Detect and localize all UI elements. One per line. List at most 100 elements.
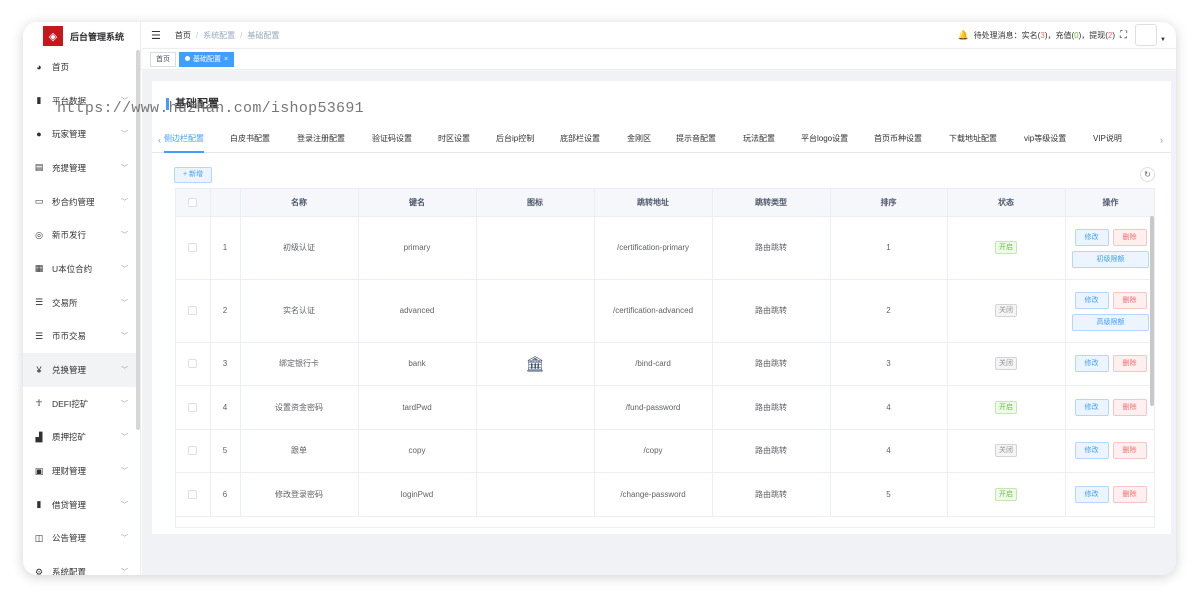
sidebar-item-15[interactable]: ⚙ 系统配置 ﹀ [23, 555, 140, 575]
row-jump-type: 路由跳转 [712, 279, 831, 343]
config-table: 名称 键名 图标 跳转地址 跳转类型 排序 状态 操作 1 初级认证 primary… [175, 188, 1155, 528]
sidebar-item-11[interactable]: ▟ 质押挖矿 ﹀ [23, 421, 140, 455]
row-jump-type: 路由跳转 [712, 216, 831, 280]
delete-button[interactable]: 删除 [1112, 229, 1147, 246]
tab-config-9[interactable]: 玩法配置 [743, 131, 775, 153]
row-name: 修改登录密码 [240, 472, 359, 517]
tab-config-8[interactable]: 提示音配置 [676, 131, 716, 153]
delete-button[interactable]: 删除 [1112, 292, 1147, 309]
sidebar-item-7[interactable]: ☰ 交易所 ﹀ [23, 286, 140, 320]
select-all-checkbox[interactable] [188, 197, 198, 207]
tab-config-0[interactable]: 侧边栏配置 [164, 131, 204, 153]
row-actions: 修改 删除 [1065, 342, 1154, 386]
breadcrumb-item-system[interactable]: 系统配置 [203, 30, 235, 41]
tab-config-14[interactable]: VIP说明 [1093, 131, 1122, 153]
tab-config-13[interactable]: vip等级设置 [1024, 131, 1066, 153]
active-dot-icon [185, 56, 190, 62]
sidebar-item-9[interactable]: ¥ 兑换管理 ﹀ [23, 353, 140, 387]
edit-button[interactable]: 修改 [1074, 485, 1109, 503]
add-button[interactable]: + 新增 [174, 167, 213, 183]
chevron-left-icon[interactable]: ‹ [158, 135, 161, 145]
table-scrollbar[interactable] [1150, 216, 1154, 406]
row-url: /copy [594, 429, 713, 473]
tag-home[interactable]: 首页 [150, 51, 176, 67]
sidebar-item-10[interactable]: ☥ DEFI挖矿 ﹀ [23, 387, 140, 421]
chevron-right-icon[interactable]: › [1160, 135, 1163, 145]
sidebar-item-6[interactable]: ▦ U本位合约 ﹀ [23, 252, 140, 286]
delete-button[interactable]: 删除 [1112, 398, 1147, 416]
bank-icon: 🏛 [525, 355, 545, 373]
close-icon[interactable]: × [224, 56, 228, 63]
limit-button[interactable]: 初级限额 [1072, 251, 1149, 268]
breadcrumb-separator: / [195, 30, 199, 40]
row-checkbox[interactable] [188, 359, 198, 369]
sidebar-item-12[interactable]: ▣ 理财管理 ﹀ [23, 454, 140, 488]
row-checkbox[interactable] [188, 306, 198, 316]
chevron-down-icon: ﹀ [121, 198, 128, 206]
delete-button[interactable]: 删除 [1112, 442, 1147, 460]
tag-current[interactable]: 基础配置 × [179, 51, 235, 67]
book-icon: ▮ [36, 95, 42, 106]
sidebar-item-label: 借贷管理 [52, 499, 87, 510]
tab-config-11[interactable]: 首页币种设置 [874, 131, 922, 153]
sidebar-item-14[interactable]: ◫ 公告管理 ﹀ [23, 522, 140, 556]
edit-button[interactable]: 修改 [1074, 292, 1109, 309]
sidebar-item-13[interactable]: ▮ 借贷管理 ﹀ [23, 488, 140, 522]
delete-button[interactable]: 删除 [1112, 485, 1147, 503]
select-all-header [176, 189, 211, 217]
status-badge: 开启 [995, 400, 1017, 414]
caret-down-icon[interactable]: ▼ [1160, 37, 1166, 43]
row-icon-cell [476, 385, 595, 430]
tab-config-5[interactable]: 后台ip控制 [496, 131, 534, 153]
sidebar-item-label: DEFI挖矿 [52, 398, 89, 409]
column-header-icon: 图标 [476, 189, 595, 217]
edit-button[interactable]: 修改 [1074, 355, 1109, 373]
delete-button[interactable]: 删除 [1112, 355, 1147, 373]
refresh-icon[interactable]: ↻ [1140, 167, 1155, 182]
row-index: 5 [210, 429, 241, 473]
edit-button[interactable]: 修改 [1074, 398, 1109, 416]
sidebar-item-5[interactable]: ◎ 新币发行 ﹀ [23, 218, 140, 252]
sidebar-item-0[interactable]: ◕ 首页 [23, 50, 140, 84]
row-icon-cell [476, 216, 595, 280]
avatar[interactable] [1135, 24, 1158, 46]
tab-config-7[interactable]: 金刚区 [627, 131, 651, 153]
book-icon: ▮ [36, 499, 42, 510]
row-key: primary [358, 216, 477, 280]
edit-button[interactable]: 修改 [1074, 229, 1109, 246]
row-checkbox[interactable] [188, 489, 198, 499]
sidebar-item-label: 理财管理 [52, 466, 87, 477]
status-badge: 关闭 [995, 444, 1017, 458]
row-index: 4 [210, 385, 241, 430]
tab-config-4[interactable]: 时区设置 [438, 131, 470, 153]
tab-config-1[interactable]: 白皮书配置 [230, 131, 270, 153]
tab-config-6[interactable]: 底部栏设置 [560, 131, 600, 153]
tab-config-3[interactable]: 验证码设置 [372, 131, 412, 153]
status-badge: 开启 [995, 241, 1017, 254]
app-window: ◈ 后台管理系统 ◕ 首页 ▮ 平台数据 ﹀ ● 玩家管理 ﹀ ▤ 充提管理 ﹀ ▭ 秒合约管理 ﹀ ◎ 新币… [23, 22, 1176, 575]
tab-config-10[interactable]: 平台logo设置 [801, 131, 848, 153]
column-header-name: 名称 [240, 189, 359, 217]
limit-button[interactable]: 高级限额 [1072, 314, 1149, 331]
hamburger-icon[interactable]: ☰ [151, 29, 161, 42]
chevron-down-icon: ﹀ [121, 569, 128, 575]
sidebar-item-4[interactable]: ▭ 秒合约管理 ﹀ [23, 185, 140, 219]
table-row: 5 跟单 copy/copy 路由跳转 4 关闭 修改 删除 [176, 429, 1154, 473]
config-card: 基础配置 ‹ 侧边栏配置 白皮书配置 登录注册配置 验证码设置 时区设置 后台ip控制 底部… [152, 81, 1171, 534]
tab-config-12[interactable]: 下载地址配置 [949, 131, 997, 153]
bell-icon[interactable]: 🔔 [957, 30, 968, 41]
sidebar-item-2[interactable]: ● 玩家管理 ﹀ [23, 117, 140, 151]
row-checkbox[interactable] [188, 446, 198, 456]
fullscreen-icon[interactable]: ⛶ [1120, 30, 1127, 41]
chevron-down-icon: ﹀ [121, 265, 128, 273]
row-checkbox[interactable] [188, 402, 198, 412]
tab-config-2[interactable]: 登录注册配置 [297, 131, 345, 153]
yen-icon: ¥ [36, 365, 42, 376]
watermark-text: https://www.huzhan.com/ishop53691 [57, 100, 364, 117]
header-right: 🔔 待处理消息：实名(3)，充值(0)，提现(2) ⛶ ▼ [957, 22, 1166, 48]
breadcrumb-item-home[interactable]: 首页 [175, 30, 191, 41]
edit-button[interactable]: 修改 [1074, 442, 1109, 460]
sidebar-item-3[interactable]: ▤ 充提管理 ﹀ [23, 151, 140, 185]
sidebar-item-8[interactable]: ☰ 币币交易 ﹀ [23, 320, 140, 354]
row-checkbox[interactable] [188, 243, 198, 253]
